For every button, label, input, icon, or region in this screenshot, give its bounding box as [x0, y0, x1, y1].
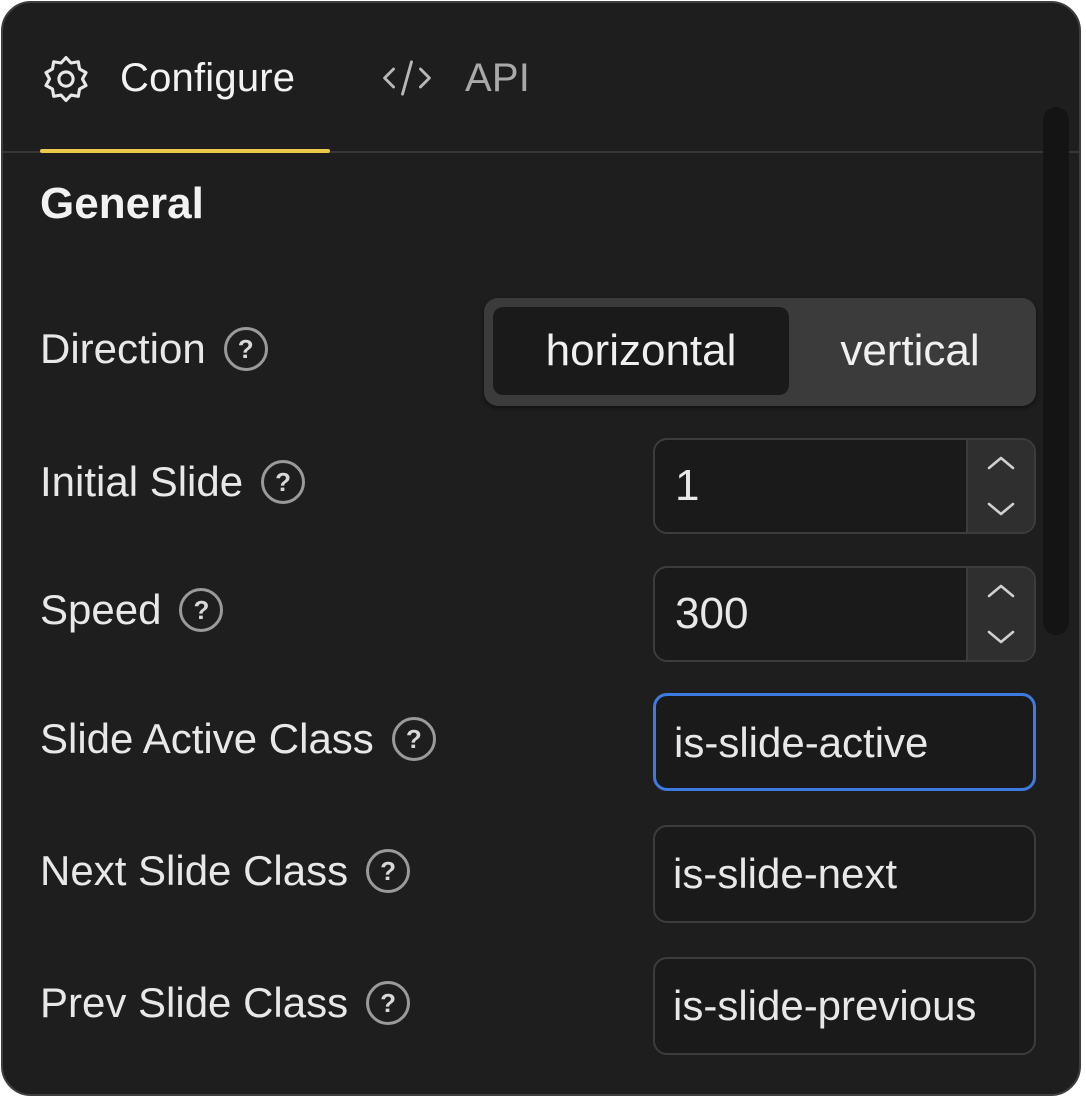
slide-active-class-label-text: Slide Active Class: [40, 715, 374, 762]
tab-configure[interactable]: Configure: [40, 43, 295, 113]
gear-icon: [40, 52, 92, 104]
speed-label-text: Speed: [40, 586, 162, 633]
next-slide-class-label: Next Slide Class ?: [40, 841, 411, 901]
direction-label: Direction ?: [40, 319, 268, 379]
initial-slide-input[interactable]: 1: [653, 438, 1036, 534]
initial-slide-value[interactable]: 1: [675, 440, 699, 532]
prev-slide-class-label: Prev Slide Class ?: [40, 973, 411, 1033]
speed-value[interactable]: 300: [675, 568, 748, 660]
help-icon[interactable]: ?: [223, 327, 268, 371]
chevron-down-icon[interactable]: [968, 486, 1034, 532]
active-tab-indicator: [40, 149, 330, 153]
speed-input[interactable]: 300: [653, 566, 1036, 662]
speed-stepper: [966, 568, 1034, 660]
direction-option-horizontal[interactable]: horizontal: [493, 307, 789, 395]
help-icon[interactable]: ?: [366, 849, 411, 893]
prev-slide-class-input[interactable]: is-slide-previous: [653, 957, 1036, 1055]
next-slide-class-value[interactable]: is-slide-next: [673, 827, 897, 921]
prev-slide-class-value[interactable]: is-slide-previous: [673, 959, 976, 1053]
slide-active-class-value[interactable]: is-slide-active: [674, 696, 928, 788]
initial-slide-stepper: [966, 440, 1034, 532]
chevron-down-icon[interactable]: [968, 614, 1034, 660]
chevron-up-icon[interactable]: [968, 440, 1034, 486]
next-slide-class-label-text: Next Slide Class: [40, 847, 349, 894]
direction-option-vertical[interactable]: vertical: [793, 307, 1027, 395]
tab-api-label: API: [465, 55, 531, 100]
prev-slide-class-label-text: Prev Slide Class: [40, 979, 349, 1026]
scrollbar-thumb[interactable]: [1043, 107, 1069, 635]
direction-label-text: Direction: [40, 325, 206, 372]
section-title: General: [40, 179, 204, 228]
direction-segmented-control: horizontal vertical: [484, 298, 1036, 406]
next-slide-class-input[interactable]: is-slide-next: [653, 825, 1036, 923]
tab-configure-label: Configure: [120, 55, 296, 100]
slide-active-class-input[interactable]: is-slide-active: [653, 693, 1036, 791]
chevron-up-icon[interactable]: [968, 568, 1034, 614]
settings-panel: Configure API General Direction ? horizo…: [1, 1, 1081, 1096]
help-icon[interactable]: ?: [261, 460, 306, 504]
help-icon[interactable]: ?: [366, 981, 411, 1025]
help-icon[interactable]: ?: [179, 588, 224, 632]
slide-active-class-label: Slide Active Class ?: [40, 709, 436, 769]
tab-api[interactable]: API: [381, 43, 530, 113]
help-icon[interactable]: ?: [391, 717, 436, 761]
initial-slide-label-text: Initial Slide: [40, 458, 244, 505]
initial-slide-label: Initial Slide ?: [40, 452, 306, 512]
code-icon: [381, 52, 433, 104]
speed-label: Speed ?: [40, 580, 224, 640]
tab-bar: Configure API: [3, 3, 1079, 153]
